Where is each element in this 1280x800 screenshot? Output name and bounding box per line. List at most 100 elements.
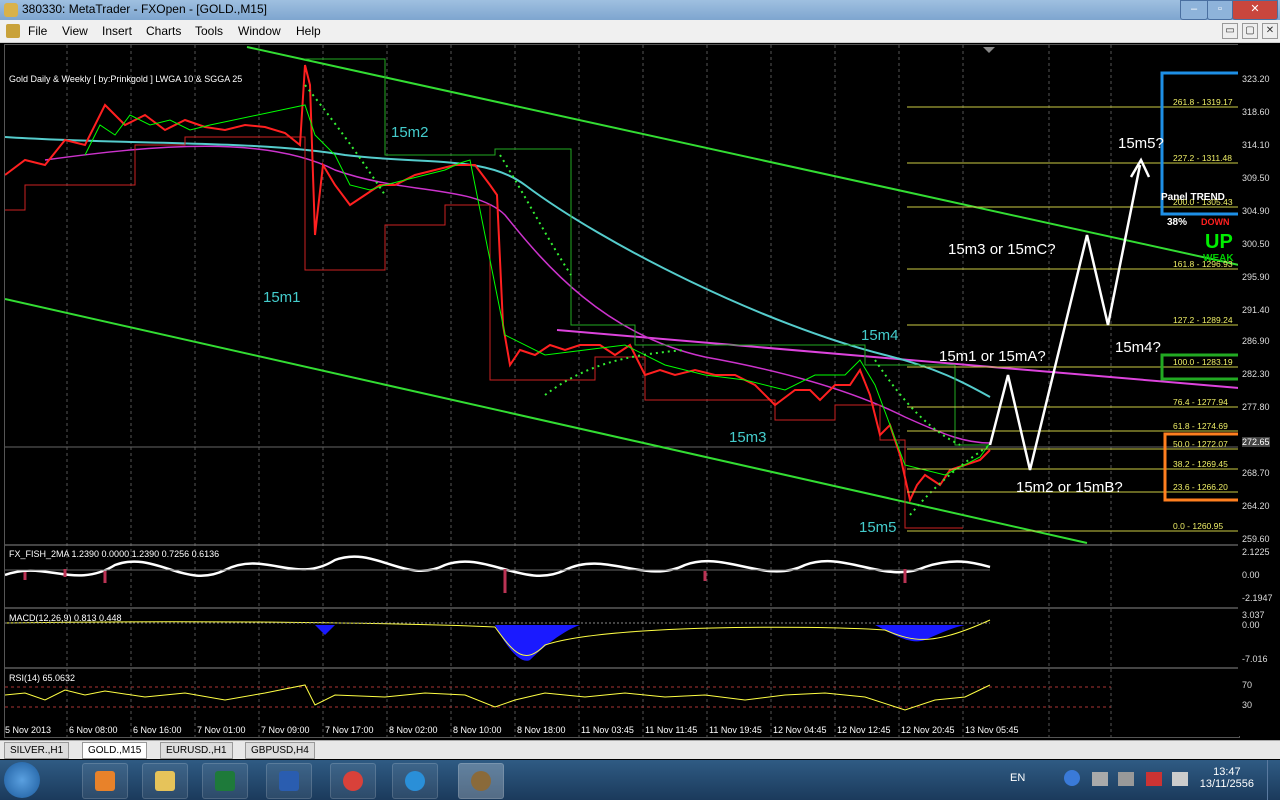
fish-label: FX_FISH_2MA 1.2390 0.0000 1.2390 0.7256 … [9, 549, 219, 559]
time-label: 8 Nov 10:00 [453, 725, 502, 735]
time-label: 12 Nov 04:45 [773, 725, 827, 735]
panel-weak: WEAK [1203, 253, 1234, 264]
menu-file[interactable]: File [28, 24, 47, 38]
media-player-icon[interactable] [82, 763, 128, 799]
wave-label-15m5: 15m5 [859, 519, 897, 536]
time-label: 11 Nov 03:45 [581, 725, 634, 735]
price-level: 309.50 [1242, 173, 1270, 183]
time-label: 12 Nov 20:45 [901, 725, 955, 735]
mdi-close-icon[interactable]: ✕ [1262, 23, 1278, 39]
price-level: 268.70 [1242, 468, 1270, 478]
rsi-level: 30 [1242, 700, 1253, 710]
macd-level: 0.00 [1242, 620, 1260, 630]
chrome-icon[interactable] [330, 763, 376, 799]
wave-label-15m1: 15m1 [263, 289, 301, 306]
price-level: 318.60 [1242, 107, 1270, 117]
price-level: 282.30 [1242, 369, 1270, 379]
time-label: 11 Nov 11:45 [645, 725, 697, 735]
price-axis: 323.20 318.60 314.10 309.50 304.90 300.5… [1238, 44, 1280, 736]
language-indicator[interactable]: EN [1010, 772, 1034, 784]
chart-tabs: SILVER.,H1 GOLD.,M15 EURUSD.,H1 GBPUSD,H… [0, 740, 1280, 759]
upper-channel-line [246, 46, 1240, 266]
scenario-label-15m4: 15m4? [1115, 339, 1161, 356]
maximize-button[interactable]: ▫ [1207, 0, 1233, 20]
mdi-maximize-icon[interactable]: ▢ [1242, 23, 1258, 39]
show-desktop-button[interactable] [1267, 760, 1280, 800]
chart-window-icon[interactable] [6, 24, 20, 38]
panel-title: Panel TREND [1161, 192, 1225, 203]
file-explorer-icon[interactable] [142, 763, 188, 799]
taskbar: EN 13:47 13/11/2556 [0, 760, 1280, 800]
window-title: 380330: MetaTrader - FXOpen - [GOLD.,M15… [22, 2, 267, 16]
start-button[interactable] [4, 762, 40, 798]
tab-eurusd-h1[interactable]: EURUSD.,H1 [160, 742, 233, 759]
menu-charts[interactable]: Charts [146, 24, 181, 38]
fish-level: 0.00 [1242, 570, 1260, 580]
rsi-level: 70 [1242, 680, 1253, 690]
internet-explorer-icon[interactable] [392, 763, 438, 799]
close-button[interactable]: ✕ [1232, 0, 1278, 20]
clock-date: 13/11/2556 [1199, 778, 1254, 790]
menu-tools[interactable]: Tools [195, 24, 223, 38]
time-label: 6 Nov 16:00 [133, 725, 182, 735]
indicator-label: Gold Daily & Weekly [ by:Prinkgold ] LWG… [9, 74, 242, 84]
tab-silver-h1[interactable]: SILVER.,H1 [4, 742, 70, 759]
menu-help[interactable]: Help [296, 24, 321, 38]
price-level: 286.90 [1242, 336, 1270, 346]
fish-level: -2.1947 [1242, 593, 1273, 603]
title-bar: 380330: MetaTrader - FXOpen - [GOLD.,M15… [0, 0, 1280, 20]
tab-gbpusd-h4[interactable]: GBPUSD,H4 [245, 742, 315, 759]
mdi-restore-icon[interactable]: ▭ [1222, 23, 1238, 39]
fib-label: 127.2 - 1289.24 [1173, 315, 1233, 325]
fib-label: 23.6 - 1266.20 [1173, 482, 1228, 492]
menu-window[interactable]: Window [238, 24, 281, 38]
time-label: 8 Nov 18:00 [517, 725, 566, 735]
fib-label: 0.0 - 1260.95 [1173, 521, 1223, 531]
chart-area[interactable]: 261.8 - 1319.17 227.2 - 1311.48 200.0 - … [4, 44, 1246, 738]
wave-label-15m3: 15m3 [729, 429, 767, 446]
network-icon[interactable] [1092, 772, 1108, 786]
time-label: 7 Nov 17:00 [325, 725, 374, 735]
flag-icon[interactable] [1118, 772, 1134, 786]
time-label: 11 Nov 19:45 [709, 725, 762, 735]
volume-icon[interactable] [1146, 772, 1162, 786]
panel-up: UP [1205, 231, 1233, 253]
macd-level: 3.037 [1242, 610, 1265, 620]
chart-shift-icon [983, 47, 995, 53]
excel-icon[interactable] [202, 763, 248, 799]
metatrader-window: 380330: MetaTrader - FXOpen - [GOLD.,M15… [0, 0, 1280, 800]
fib-label: 61.8 - 1274.69 [1173, 421, 1228, 431]
menu-bar: File View Insert Charts Tools Window Hel… [0, 20, 1280, 43]
price-chart: 261.8 - 1319.17 227.2 - 1311.48 200.0 - … [4, 45, 1246, 737]
minimize-button[interactable]: – [1180, 0, 1208, 20]
wave-label-15m4: 15m4 [861, 327, 899, 344]
price-level: 264.20 [1242, 501, 1270, 511]
scenario-label-15m5: 15m5? [1118, 135, 1164, 152]
word-icon[interactable] [266, 763, 312, 799]
price-level: 300.50 [1242, 239, 1270, 249]
app-icon [4, 3, 18, 17]
wave-label-15m2: 15m2 [391, 124, 429, 141]
help-icon[interactable] [1064, 770, 1080, 786]
menu-view[interactable]: View [62, 24, 88, 38]
tab-gold-m15[interactable]: GOLD.,M15 [82, 742, 148, 759]
time-label: 8 Nov 02:00 [389, 725, 438, 735]
power-icon[interactable] [1172, 772, 1188, 786]
fib-label: 261.8 - 1319.17 [1173, 97, 1233, 107]
scenario-label-15m1-or-15mA: 15m1 or 15mA? [939, 348, 1046, 365]
fish-level: 2.1225 [1242, 547, 1270, 557]
menu-insert[interactable]: Insert [102, 24, 132, 38]
time-label: 12 Nov 12:45 [837, 725, 891, 735]
price-level: 295.90 [1242, 272, 1270, 282]
time-label: 13 Nov 05:45 [965, 725, 1019, 735]
panel-pct: 38% [1167, 217, 1187, 228]
clock[interactable]: 13:47 13/11/2556 [1200, 766, 1254, 790]
fib-label: 227.2 - 1311.48 [1173, 153, 1232, 163]
rsi-label: RSI(14) 65.0632 [9, 673, 75, 683]
current-price-label: 272.65 [1242, 437, 1270, 447]
clock-time: 13:47 [1213, 766, 1241, 778]
metatrader-taskbar-icon[interactable] [458, 763, 504, 799]
scenario-label-15m2-or-15mB: 15m2 or 15mB? [1016, 479, 1123, 496]
panel-down: DOWN [1201, 217, 1230, 227]
price-level: 323.20 [1242, 74, 1270, 84]
